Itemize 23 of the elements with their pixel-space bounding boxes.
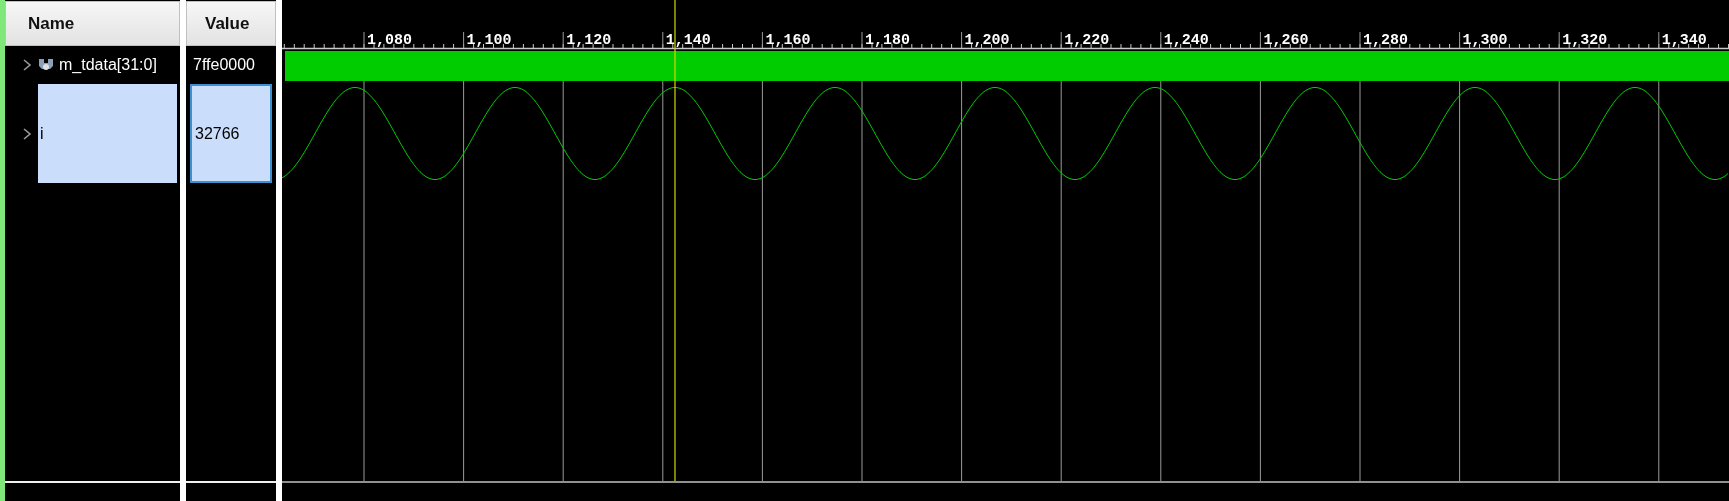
ruler-label: 1,300	[1462, 32, 1508, 49]
signal-name[interactable]: i	[38, 84, 177, 183]
ruler-label: 1,220	[1064, 32, 1110, 49]
ruler-label: 1,320	[1562, 32, 1608, 49]
ruler-label: 1,080	[367, 32, 412, 49]
ruler-label: 1,200	[964, 32, 1010, 49]
signal-name[interactable]: m_tdata[31:0]	[57, 56, 157, 74]
ruler-label: 1,340	[1661, 32, 1707, 49]
ruler-label: 1,280	[1363, 32, 1408, 49]
bus-signal-icon	[38, 58, 54, 72]
ruler-label: 1,260	[1263, 32, 1309, 49]
ruler-label: 1,140	[665, 32, 711, 49]
column-header[interactable]: Value	[186, 1, 276, 46]
chevron-icon[interactable]	[21, 58, 33, 72]
ruler-label: 1,180	[865, 32, 910, 49]
ruler-label: 1,100	[466, 32, 512, 49]
column-header[interactable]: Name	[5, 1, 180, 46]
signal-value[interactable]: 7ffe0000	[190, 56, 255, 74]
ruler-label: 1,120	[566, 32, 612, 49]
chevron-icon[interactable]	[21, 126, 33, 141]
ruler-label: 1,240	[1163, 32, 1209, 49]
ruler-label: 1,160	[765, 32, 811, 49]
signal-value[interactable]: 32766	[190, 84, 272, 183]
